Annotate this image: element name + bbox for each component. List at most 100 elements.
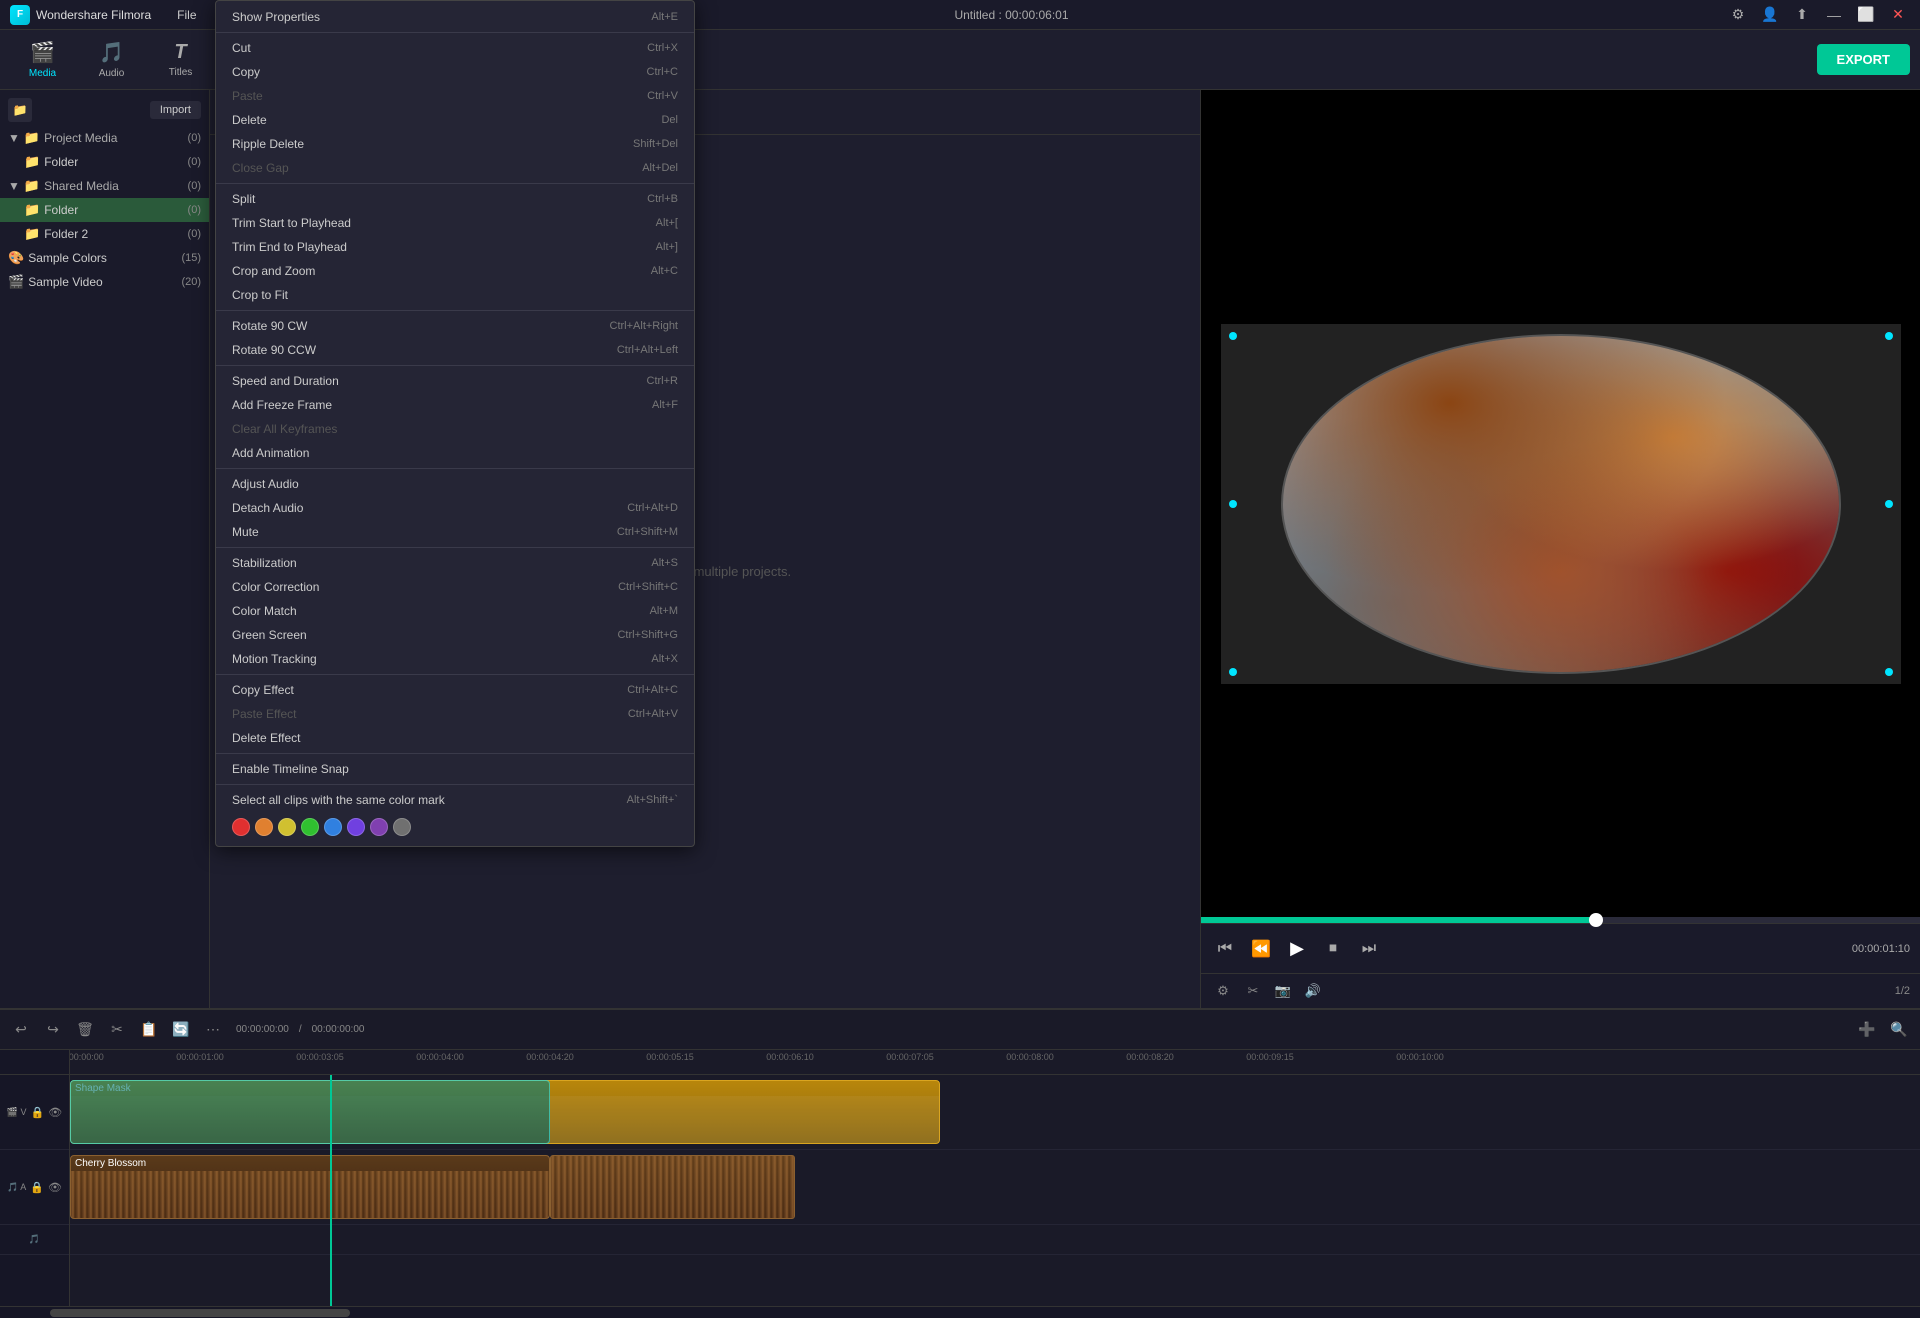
sample-video-item[interactable]: 🎬 Sample Video (20) xyxy=(0,270,209,294)
timeline-end: 00:00:00:00 xyxy=(312,1024,365,1035)
ctx-rotate-ccw[interactable]: Rotate 90 CCW Ctrl+Alt+Left xyxy=(216,338,694,362)
ctx-freeze-frame[interactable]: Add Freeze Frame Alt+F xyxy=(216,393,694,417)
handle-ml[interactable] xyxy=(1229,500,1237,508)
timeline-scrollbar[interactable] xyxy=(0,1306,1920,1318)
ctx-close-gap[interactable]: Close Gap Alt+Del xyxy=(216,156,694,180)
settings-icon[interactable]: ⚙ xyxy=(1211,979,1235,1003)
handle-tr[interactable] xyxy=(1885,332,1893,340)
account-icon[interactable]: 👤 xyxy=(1758,3,1782,27)
cut-button[interactable]: ✂ xyxy=(104,1017,130,1043)
ctx-enable-timeline-snap[interactable]: Enable Timeline Snap xyxy=(216,757,694,781)
zoom-out-button[interactable]: 🔍 xyxy=(1886,1017,1912,1043)
shared-folder-item[interactable]: 📁 Folder (0) xyxy=(0,198,209,222)
handle-br[interactable] xyxy=(1885,668,1893,676)
project-media-section[interactable]: ▼ 📁 Project Media (0) xyxy=(0,126,209,150)
volume-icon[interactable]: 🔊 xyxy=(1301,979,1325,1003)
ctx-stabilization[interactable]: Stabilization Alt+S xyxy=(216,551,694,575)
video-track-icon[interactable]: 🎬 V xyxy=(7,1107,27,1118)
ctx-mute[interactable]: Mute Ctrl+Shift+M xyxy=(216,520,694,544)
handle-bl[interactable] xyxy=(1229,668,1237,676)
close-btn[interactable]: ✕ xyxy=(1886,3,1910,27)
export-icon[interactable]: ⬆ xyxy=(1790,3,1814,27)
export-button[interactable]: EXPORT xyxy=(1817,44,1910,75)
clip-cherry-teal[interactable] xyxy=(70,1080,550,1144)
more-button[interactable]: ⋯ xyxy=(200,1017,226,1043)
play-button[interactable]: ▶ xyxy=(1283,935,1311,963)
ctx-add-animation[interactable]: Add Animation xyxy=(216,441,694,465)
ctx-speed-duration[interactable]: Speed and Duration Ctrl+R xyxy=(216,369,694,393)
color-mark-dark-purple[interactable] xyxy=(370,818,388,836)
scroll-thumb[interactable] xyxy=(50,1309,350,1317)
delete-button[interactable]: 🗑 xyxy=(72,1017,98,1043)
ctx-motion-tracking[interactable]: Motion Tracking Alt+X xyxy=(216,647,694,671)
color-mark-orange[interactable] xyxy=(255,818,273,836)
ctx-paste[interactable]: Paste Ctrl+V xyxy=(216,84,694,108)
add-track-button[interactable]: ➕ xyxy=(1854,1017,1880,1043)
color-mark-blue[interactable] xyxy=(324,818,342,836)
music-track-icon[interactable]: 🎵 xyxy=(29,1234,40,1245)
ctx-trim-start[interactable]: Trim Start to Playhead Alt+[ xyxy=(216,211,694,235)
skip-back-button[interactable]: ⏮ xyxy=(1211,935,1239,963)
tab-titles[interactable]: T Titles xyxy=(148,34,213,86)
loop-button[interactable]: 🔄 xyxy=(168,1017,194,1043)
ctx-color-match[interactable]: Color Match Alt+M xyxy=(216,599,694,623)
eye-icon[interactable]: 👁 xyxy=(48,1181,62,1194)
ctx-show-properties[interactable]: Show Properties Alt+E xyxy=(216,5,694,29)
ctx-green-screen[interactable]: Green Screen Ctrl+Shift+G xyxy=(216,623,694,647)
lock-icon[interactable]: 🔒 xyxy=(31,1106,45,1119)
color-mark-gray[interactable] xyxy=(393,818,411,836)
sample-colors-item[interactable]: 🎨 Sample Colors (15) xyxy=(0,246,209,270)
stop-button[interactable]: ⏹ xyxy=(1319,935,1347,963)
undo-button[interactable]: ↩ xyxy=(8,1017,34,1043)
eye-icon[interactable]: 👁 xyxy=(48,1106,62,1119)
shared-media-section[interactable]: ▼ 📁 Shared Media (0) xyxy=(0,174,209,198)
sample-video-count: (20) xyxy=(181,276,201,288)
tab-media[interactable]: 🎬 Media xyxy=(10,34,75,86)
handle-mr[interactable] xyxy=(1885,500,1893,508)
ctx-ripple-delete[interactable]: Ripple Delete Shift+Del xyxy=(216,132,694,156)
preview-timeline-bar[interactable] xyxy=(1201,917,1920,923)
ctx-select-same-color[interactable]: Select all clips with the same color mar… xyxy=(216,788,694,812)
ctx-delete[interactable]: Delete Del xyxy=(216,108,694,132)
clip-audio-2[interactable] xyxy=(550,1155,795,1219)
folder2-item[interactable]: 📁 Folder 2 (0) xyxy=(0,222,209,246)
color-mark-green[interactable] xyxy=(301,818,319,836)
ctx-copy-effect[interactable]: Copy Effect Ctrl+Alt+C xyxy=(216,678,694,702)
color-mark-yellow[interactable] xyxy=(278,818,296,836)
ctx-rotate-cw[interactable]: Rotate 90 CW Ctrl+Alt+Right xyxy=(216,314,694,338)
menu-file[interactable]: File xyxy=(167,6,206,24)
color-mark-purple[interactable] xyxy=(347,818,365,836)
audio-track-icon[interactable]: 🎵 A xyxy=(7,1182,26,1193)
ctx-delete-effect[interactable]: Delete Effect xyxy=(216,726,694,750)
color-mark-red[interactable] xyxy=(232,818,250,836)
clip-cherry-blossom[interactable]: Cherry Blossom xyxy=(70,1155,550,1219)
folder-item[interactable]: 📁 Folder (0) xyxy=(0,150,209,174)
maximize-btn[interactable]: ⬜ xyxy=(1854,3,1878,27)
redo-button[interactable]: ↪ xyxy=(40,1017,66,1043)
ctx-cut[interactable]: Cut Ctrl+X xyxy=(216,36,694,60)
tab-audio[interactable]: 🎵 Audio xyxy=(79,34,144,86)
ctx-trim-end[interactable]: Trim End to Playhead Alt+] xyxy=(216,235,694,259)
settings-icon[interactable]: ⚙ xyxy=(1726,3,1750,27)
step-back-button[interactable]: ⏪ xyxy=(1247,935,1275,963)
ctx-adjust-audio[interactable]: Adjust Audio xyxy=(216,472,694,496)
crop-icon[interactable]: ✂ xyxy=(1241,979,1265,1003)
ctx-copy[interactable]: Copy Ctrl+C xyxy=(216,60,694,84)
ctx-color-correction[interactable]: Color Correction Ctrl+Shift+C xyxy=(216,575,694,599)
ctx-paste-effect[interactable]: Paste Effect Ctrl+Alt+V xyxy=(216,702,694,726)
ctx-detach-audio[interactable]: Detach Audio Ctrl+Alt+D xyxy=(216,496,694,520)
handle-tl[interactable] xyxy=(1229,332,1237,340)
lock-icon[interactable]: 🔒 xyxy=(30,1181,44,1194)
new-folder-btn[interactable]: 📁 xyxy=(8,98,32,122)
ctx-split[interactable]: Split Ctrl+B xyxy=(216,187,694,211)
snapshot-icon[interactable]: 📷 xyxy=(1271,979,1295,1003)
import-button[interactable]: Import xyxy=(150,101,201,119)
copy-button[interactable]: 📋 xyxy=(136,1017,162,1043)
ctx-ripple-delete-shortcut: Shift+Del xyxy=(633,138,678,150)
ctx-crop-zoom[interactable]: Crop and Zoom Alt+C xyxy=(216,259,694,283)
ctx-crop-fit[interactable]: Crop to Fit xyxy=(216,283,694,307)
skip-forward-button[interactable]: ⏭ xyxy=(1355,935,1383,963)
minimize-btn[interactable]: — xyxy=(1822,3,1846,27)
timeline-ruler[interactable]: 00:00:00:00 00:00:01:00 00:00:03:05 00:0… xyxy=(70,1050,1920,1075)
ctx-clear-keyframes[interactable]: Clear All Keyframes xyxy=(216,417,694,441)
